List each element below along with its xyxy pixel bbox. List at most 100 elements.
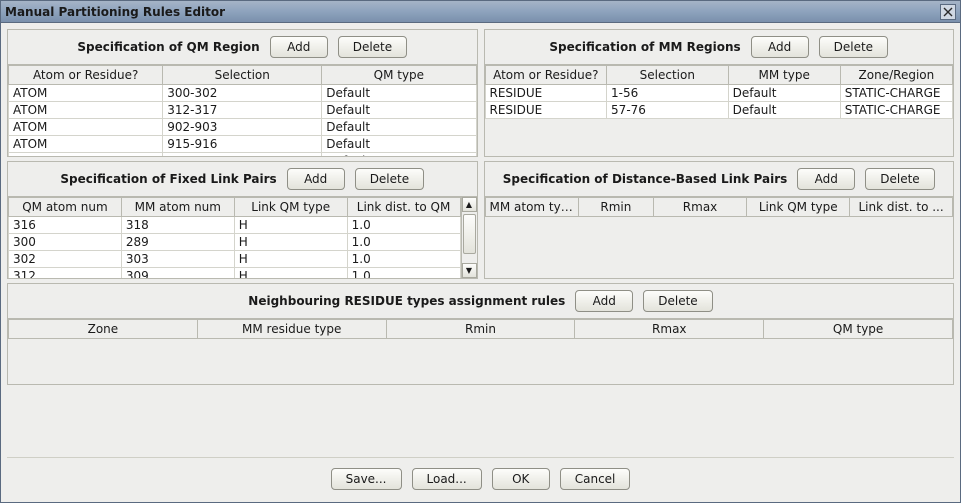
table-row[interactable]: RESIDUE57Default [9, 153, 477, 157]
table-cell[interactable]: 309 [121, 268, 234, 279]
table-cell[interactable]: 1.0 [347, 234, 460, 251]
table-cell[interactable]: 300-302 [163, 85, 322, 102]
table-cell[interactable]: 57-76 [607, 102, 729, 119]
table-cell[interactable]: Default [728, 102, 840, 119]
column-header[interactable]: Zone/Region [840, 66, 952, 85]
table-cell[interactable]: 1-56 [607, 85, 729, 102]
column-header[interactable]: Selection [163, 66, 322, 85]
fixed-links-add-button[interactable]: Add [287, 168, 345, 190]
column-header[interactable]: MM type [728, 66, 840, 85]
neighbour-table[interactable]: ZoneMM residue typeRminRmaxQM type [8, 319, 953, 339]
table-cell[interactable]: ATOM [9, 136, 163, 153]
table-cell[interactable]: 312-317 [163, 102, 322, 119]
qm-region-table[interactable]: Atom or Residue?SelectionQM type ATOM300… [8, 65, 477, 156]
mm-regions-delete-button[interactable]: Delete [819, 36, 888, 58]
column-header[interactable]: Atom or Residue? [485, 66, 607, 85]
cancel-button[interactable]: Cancel [560, 468, 631, 490]
table-row[interactable]: 316318H1.0 [9, 217, 461, 234]
table-cell[interactable]: 300 [9, 234, 122, 251]
column-header[interactable]: QM atom num [9, 198, 122, 217]
table-cell[interactable]: 1.0 [347, 268, 460, 279]
dist-links-table[interactable]: MM atom typeRminRmaxLink QM typeLink dis… [485, 197, 954, 217]
table-cell[interactable]: RESIDUE [485, 102, 607, 119]
table-cell[interactable]: Default [322, 153, 476, 157]
table-row[interactable]: ATOM312-317Default [9, 102, 477, 119]
table-cell[interactable]: H [234, 234, 347, 251]
table-cell[interactable]: Default [322, 119, 476, 136]
fixed-links-table[interactable]: QM atom numMM atom numLink QM typeLink d… [8, 197, 461, 278]
qm-region-add-button[interactable]: Add [270, 36, 328, 58]
table-cell[interactable]: ATOM [9, 119, 163, 136]
table-cell[interactable]: ATOM [9, 102, 163, 119]
table-cell[interactable]: 312 [9, 268, 122, 279]
table-cell[interactable]: ATOM [9, 85, 163, 102]
column-header[interactable]: Link dist. to ... [850, 198, 953, 217]
table-cell[interactable]: Default [728, 85, 840, 102]
qm-region-delete-button[interactable]: Delete [338, 36, 407, 58]
table-row[interactable]: ATOM300-302Default [9, 85, 477, 102]
dist-links-delete-button[interactable]: Delete [865, 168, 934, 190]
table-cell[interactable]: 302 [9, 251, 122, 268]
mm-regions-add-button[interactable]: Add [751, 36, 809, 58]
neighbour-add-button[interactable]: Add [575, 290, 633, 312]
table-cell[interactable]: 902-903 [163, 119, 322, 136]
table-cell[interactable]: 316 [9, 217, 122, 234]
table-cell[interactable]: 318 [121, 217, 234, 234]
column-header[interactable]: Rmin [386, 320, 575, 339]
table-cell[interactable]: 57 [163, 153, 322, 157]
window: Manual Partitioning Rules Editor Specifi… [0, 0, 961, 503]
table-row[interactable]: RESIDUE1-56DefaultSTATIC-CHARGE [485, 85, 953, 102]
table-cell[interactable]: H [234, 217, 347, 234]
mm-regions-table[interactable]: Atom or Residue?SelectionMM typeZone/Reg… [485, 65, 954, 119]
neighbour-delete-button[interactable]: Delete [643, 290, 712, 312]
mm-regions-title: Specification of MM Regions [549, 40, 740, 54]
table-row[interactable]: ATOM902-903Default [9, 119, 477, 136]
table-cell[interactable]: RESIDUE [9, 153, 163, 157]
titlebar: Manual Partitioning Rules Editor [1, 1, 960, 23]
close-icon[interactable] [940, 4, 956, 20]
fixed-links-scrollbar[interactable]: ▲ ▼ [461, 197, 477, 278]
table-cell[interactable]: 1.0 [347, 217, 460, 234]
column-header[interactable]: Selection [607, 66, 729, 85]
table-cell[interactable]: STATIC-CHARGE [840, 102, 952, 119]
column-header[interactable]: MM atom num [121, 198, 234, 217]
table-cell[interactable]: 1.0 [347, 251, 460, 268]
column-header[interactable]: QM type [322, 66, 476, 85]
column-header[interactable]: Atom or Residue? [9, 66, 163, 85]
save-button[interactable]: Save... [331, 468, 402, 490]
fixed-links-delete-button[interactable]: Delete [355, 168, 424, 190]
column-header[interactable]: Rmin [579, 198, 654, 217]
table-cell[interactable]: H [234, 251, 347, 268]
column-header[interactable]: MM residue type [197, 320, 386, 339]
table-row[interactable]: ATOM915-916Default [9, 136, 477, 153]
table-cell[interactable]: RESIDUE [485, 85, 607, 102]
column-header[interactable]: QM type [764, 320, 953, 339]
table-cell[interactable]: Default [322, 85, 476, 102]
table-cell[interactable]: 303 [121, 251, 234, 268]
table-row[interactable]: RESIDUE57-76DefaultSTATIC-CHARGE [485, 102, 953, 119]
column-header[interactable]: Link dist. to QM [347, 198, 460, 217]
table-cell[interactable]: Default [322, 102, 476, 119]
table-row[interactable]: 302303H1.0 [9, 251, 461, 268]
scroll-thumb[interactable] [463, 214, 476, 254]
column-header[interactable]: Zone [9, 320, 198, 339]
dist-links-add-button[interactable]: Add [797, 168, 855, 190]
column-header[interactable]: Link QM type [234, 198, 347, 217]
table-row[interactable]: 312309H1.0 [9, 268, 461, 279]
table-cell[interactable]: STATIC-CHARGE [840, 85, 952, 102]
table-cell[interactable]: 915-916 [163, 136, 322, 153]
column-header[interactable]: MM atom type [485, 198, 579, 217]
column-header[interactable]: Rmax [575, 320, 764, 339]
table-cell[interactable]: Default [322, 136, 476, 153]
scroll-down-icon[interactable]: ▼ [462, 263, 477, 278]
content: Specification of QM Region Add Delete At… [1, 23, 960, 502]
table-cell[interactable]: H [234, 268, 347, 279]
scroll-up-icon[interactable]: ▲ [462, 197, 477, 212]
table-row[interactable]: 300289H1.0 [9, 234, 461, 251]
column-header[interactable]: Link QM type [747, 198, 850, 217]
load-button[interactable]: Load... [412, 468, 482, 490]
table-cell[interactable]: 289 [121, 234, 234, 251]
column-header[interactable]: Rmax [653, 198, 747, 217]
panel-dist-links: Specification of Distance-Based Link Pai… [484, 161, 955, 279]
ok-button[interactable]: OK [492, 468, 550, 490]
